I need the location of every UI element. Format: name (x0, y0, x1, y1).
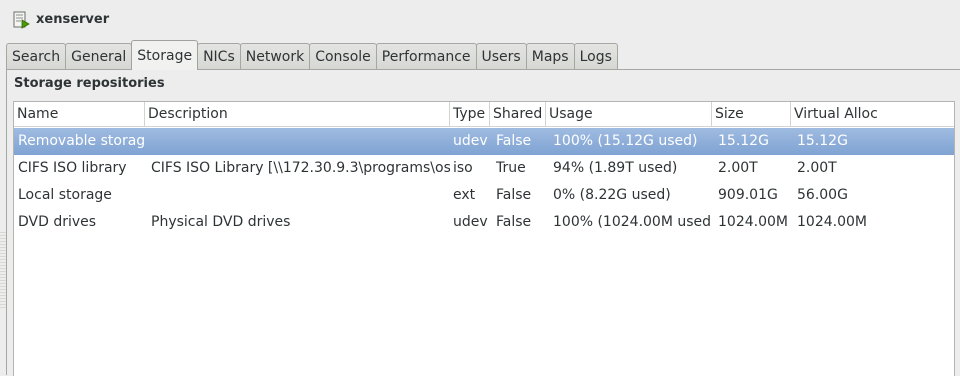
cell-name: CIFS ISO library (18, 160, 127, 176)
cell-type: iso (453, 160, 473, 176)
column-header-size[interactable]: Size (712, 102, 791, 126)
tab-performance[interactable]: Performance (375, 43, 477, 70)
table-header: Name Description Type Shared Usage Size … (14, 102, 954, 127)
cell-shared: False (496, 133, 532, 149)
cell-virtual-alloc: 15.12G (797, 133, 848, 149)
cell-description: CIFS ISO Library [\\172.30.9.3\programs\… (151, 160, 450, 176)
cell-usage: 0% (8.22G used) (553, 187, 671, 203)
cell-virtual-alloc: 1024.00M (797, 214, 867, 230)
storage-panel: Storage repositories Name Description Ty… (6, 69, 960, 376)
cell-description (145, 128, 450, 155)
cell-type: udev (453, 214, 488, 230)
cell-virtual-alloc: 56.00G (797, 187, 848, 203)
cell-description: Physical DVD drives (151, 214, 291, 230)
cell-virtual-alloc: 2.00T (797, 160, 837, 176)
column-header-shared[interactable]: Shared (490, 102, 546, 126)
cell-shared: False (496, 214, 532, 230)
column-header-usage[interactable]: Usage (546, 102, 712, 126)
tab-storage[interactable]: Storage (131, 40, 199, 70)
table-row[interactable]: DVD drives Physical DVD drives udev Fals… (14, 209, 954, 236)
cell-size: 1024.00M (718, 214, 788, 230)
cell-name: Local storage (18, 187, 112, 203)
cell-usage: 100% (15.12G used) (553, 133, 698, 149)
tab-nics[interactable]: NICs (197, 43, 241, 70)
tab-bar: Search General Storage NICs Network Cons… (6, 40, 618, 70)
storage-table: Name Description Type Shared Usage Size … (13, 101, 955, 376)
cell-type: ext (453, 187, 476, 203)
column-header-virtual-alloc[interactable]: Virtual Alloc (791, 102, 954, 126)
host-name: xenserver (36, 12, 110, 27)
tab-console[interactable]: Console (309, 43, 377, 70)
cell-shared: False (496, 187, 532, 203)
cell-name: DVD drives (18, 214, 97, 230)
tab-search[interactable]: Search (6, 43, 67, 70)
tab-maps[interactable]: Maps (525, 43, 575, 70)
cell-size: 909.01G (718, 187, 778, 203)
cell-description (145, 182, 450, 209)
cell-usage: 100% (1024.00M used) (553, 214, 712, 230)
cell-shared: True (496, 160, 526, 176)
column-header-type[interactable]: Type (450, 102, 490, 126)
tab-users[interactable]: Users (475, 43, 527, 70)
cell-size: 2.00T (718, 160, 758, 176)
panel-title: Storage repositories (14, 76, 165, 91)
cell-size: 15.12G (718, 133, 769, 149)
cell-name: Removable storage (18, 133, 145, 149)
cell-usage: 94% (1.89T used) (553, 160, 678, 176)
table-row[interactable]: Removable storage udev False 100% (15.12… (14, 128, 954, 155)
server-icon (13, 11, 30, 29)
cell-type: udev (453, 133, 488, 149)
tab-logs[interactable]: Logs (573, 43, 618, 70)
window-header: xenserver (0, 0, 960, 40)
column-header-name[interactable]: Name (14, 102, 145, 126)
tab-network[interactable]: Network (239, 43, 311, 70)
table-row[interactable]: Local storage ext False 0% (8.22G used) … (14, 182, 954, 209)
table-row[interactable]: CIFS ISO library CIFS ISO Library [\\172… (14, 155, 954, 182)
column-header-description[interactable]: Description (145, 102, 450, 126)
tab-general[interactable]: General (65, 43, 133, 70)
